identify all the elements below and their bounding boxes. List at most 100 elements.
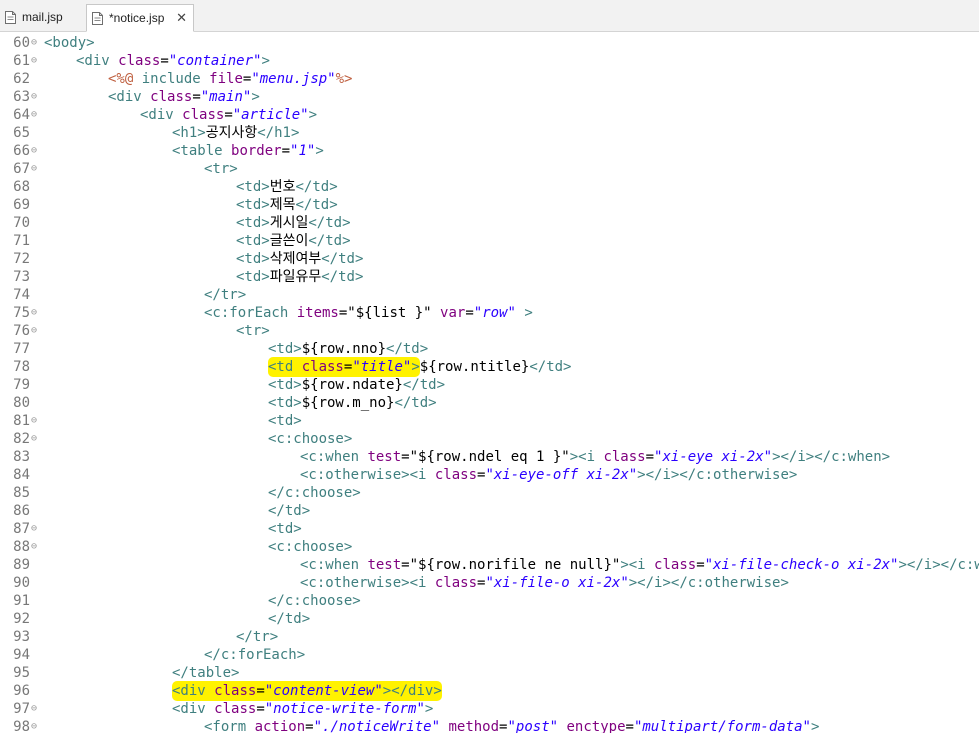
code-line[interactable]: 66 ⊖ <table border="1"> [0,142,979,160]
code-line[interactable]: 75 ⊖ <c:forEach items="${list }" var="row"… [0,304,979,322]
code-line[interactable]: 63 ⊖ <div class="main"> [0,88,979,106]
code-token: class [214,683,257,699]
line-number: 91 [13,593,30,609]
line-number: 90 [13,575,30,591]
code-line[interactable]: 88 ⊖ <c:choose> [0,538,979,556]
code-line[interactable]: 96 <div class="content-view"></div> [0,681,979,701]
code-text: <tr> [204,160,238,178]
code-token: </td> [386,341,429,357]
code-token: <td> [236,233,270,249]
code-line[interactable]: 94 </c:forEach> [0,646,979,664]
fold-toggle-icon[interactable]: ⊖ [31,164,41,174]
tab-notice-jsp[interactable]: *notice.jsp ✕ [86,4,194,32]
code-token: > [261,53,270,69]
code-token: ${row.ndate} [301,377,403,393]
code-text: <td>파일유무</td> [236,268,363,286]
fold-toggle-icon[interactable]: ⊖ [31,146,41,156]
code-text: <div class="content-view"></div> [172,681,442,701]
code-text: <td>삭제여부</td> [236,250,363,268]
code-line[interactable]: 61 ⊖ <div class="container"> [0,52,979,70]
code-line[interactable]: 82 ⊖ <c:choose> [0,430,979,448]
line-number: 66 [13,143,30,159]
fold-toggle-icon[interactable]: ⊖ [31,38,41,48]
code-text: <td>글쓴이</td> [236,232,351,250]
code-line[interactable]: 77 <td>${row.nno}</td> [0,340,979,358]
code-text: <td>제목</td> [236,196,338,214]
line-number: 65 [13,125,30,141]
fold-toggle-icon[interactable]: ⊖ [31,308,41,318]
code-line[interactable]: 74 </tr> [0,286,979,304]
fold-toggle-icon[interactable]: ⊖ [31,704,41,714]
code-line[interactable]: 93 </tr> [0,628,979,646]
code-text: <c:choose> [268,430,352,448]
code-line[interactable]: 71 <td>글쓴이</td> [0,232,979,250]
fold-toggle-icon[interactable]: ⊖ [31,524,41,534]
code-line[interactable]: 70 <td>게시일</td> [0,214,979,232]
code-token: ="${row.ndel eq 1 }" [401,449,570,465]
code-token: = [305,719,314,733]
code-text: </c:choose> [268,592,361,610]
code-token: > [424,701,434,717]
tab-label: *notice.jsp [109,11,165,25]
line-number: 88 [13,539,30,555]
code-line[interactable]: 67 ⊖ <tr> [0,160,979,178]
close-icon[interactable]: ✕ [176,5,187,31]
code-text: <c:otherwise><i class="xi-eye-off xi-2x"… [300,466,797,484]
code-text: </tr> [204,286,246,304]
line-number: 80 [13,395,30,411]
code-line[interactable]: 72 <td>삭제여부</td> [0,250,979,268]
code-line[interactable]: 69 <td>제목</td> [0,196,979,214]
fold-toggle-icon[interactable]: ⊖ [31,56,41,66]
fold-toggle-icon[interactable]: ⊖ [31,110,41,120]
fold-toggle-icon[interactable]: ⊖ [31,416,41,426]
fold-toggle-icon[interactable]: ⊖ [31,542,41,552]
code-token: > [315,143,324,159]
code-line[interactable]: 78 <td class="title">${row.ntitle}</td> [0,357,979,377]
code-line[interactable]: 84 <c:otherwise><i class="xi-eye-off xi-2… [0,466,979,484]
code-line[interactable]: 83 <c:when test="${row.ndel eq 1 }"><i cl… [0,448,979,466]
code-token: </c:forEach> [204,647,306,663]
code-line[interactable]: 64 ⊖ <div class="article"> [0,106,979,124]
line-number: 77 [13,341,30,357]
tab-mail-jsp[interactable]: mail.jsp [0,4,80,32]
code-token: "multipart/form-data" [633,719,811,733]
code-line[interactable]: 73 <td>파일유무</td> [0,268,979,286]
code-line[interactable]: 68 <td>번호</td> [0,178,979,196]
code-line[interactable]: 86 </td> [0,502,979,520]
code-line[interactable]: 91 </c:choose> [0,592,979,610]
code-token: action [254,719,306,733]
code-text: <td>${row.ndate}</td> [268,376,445,394]
line-number: 95 [13,665,30,681]
code-line[interactable]: 85 </c:choose> [0,484,979,502]
fold-toggle-icon[interactable]: ⊖ [31,722,41,732]
code-line[interactable]: 62 <%@ include file="menu.jsp"%> [0,70,979,88]
line-number: 85 [13,485,30,501]
fold-toggle-icon[interactable]: ⊖ [31,326,41,336]
code-text: </c:forEach> [204,646,305,664]
code-token: var [440,305,466,321]
code-token: <c:choose> [268,431,353,447]
code-line[interactable]: 60 ⊖ <body> [0,34,979,52]
code-line[interactable]: 80 <td>${row.m_no}</td> [0,394,979,412]
code-editor[interactable]: 60 ⊖ <body> 61 ⊖ <div class="container"> 62 <%@… [0,32,979,733]
code-text: </td> [268,502,310,520]
code-token: class [434,467,478,483]
code-line[interactable]: 65 <h1>공지사항</h1> [0,124,979,142]
code-line[interactable]: 89 <c:when test="${row.norifile ne null}"… [0,556,979,574]
line-number: 82 [13,431,30,447]
line-number: 78 [13,359,30,375]
code-line[interactable]: 98 ⊖ <form action="./noticeWrite" method="… [0,718,979,733]
code-line[interactable]: 87 ⊖ <td> [0,520,979,538]
fold-toggle-icon[interactable]: ⊖ [31,92,41,102]
code-line[interactable]: 90 <c:otherwise><i class="xi-file-o xi-2x… [0,574,979,592]
fold-toggle-icon[interactable]: ⊖ [31,434,41,444]
code-text: <h1>공지사항</h1> [172,124,299,142]
code-line[interactable]: 81 ⊖ <td> [0,412,979,430]
code-line[interactable]: 79 <td>${row.ndate}</td> [0,376,979,394]
code-line[interactable]: 92 </td> [0,610,979,628]
code-line[interactable]: 76 ⊖ <tr> [0,322,979,340]
code-line[interactable]: 95 </table> [0,664,979,682]
code-text: <c:choose> [268,538,352,556]
code-line[interactable]: 97 ⊖ <div class="notice-write-form"> [0,700,979,718]
code-token: file [209,71,243,87]
